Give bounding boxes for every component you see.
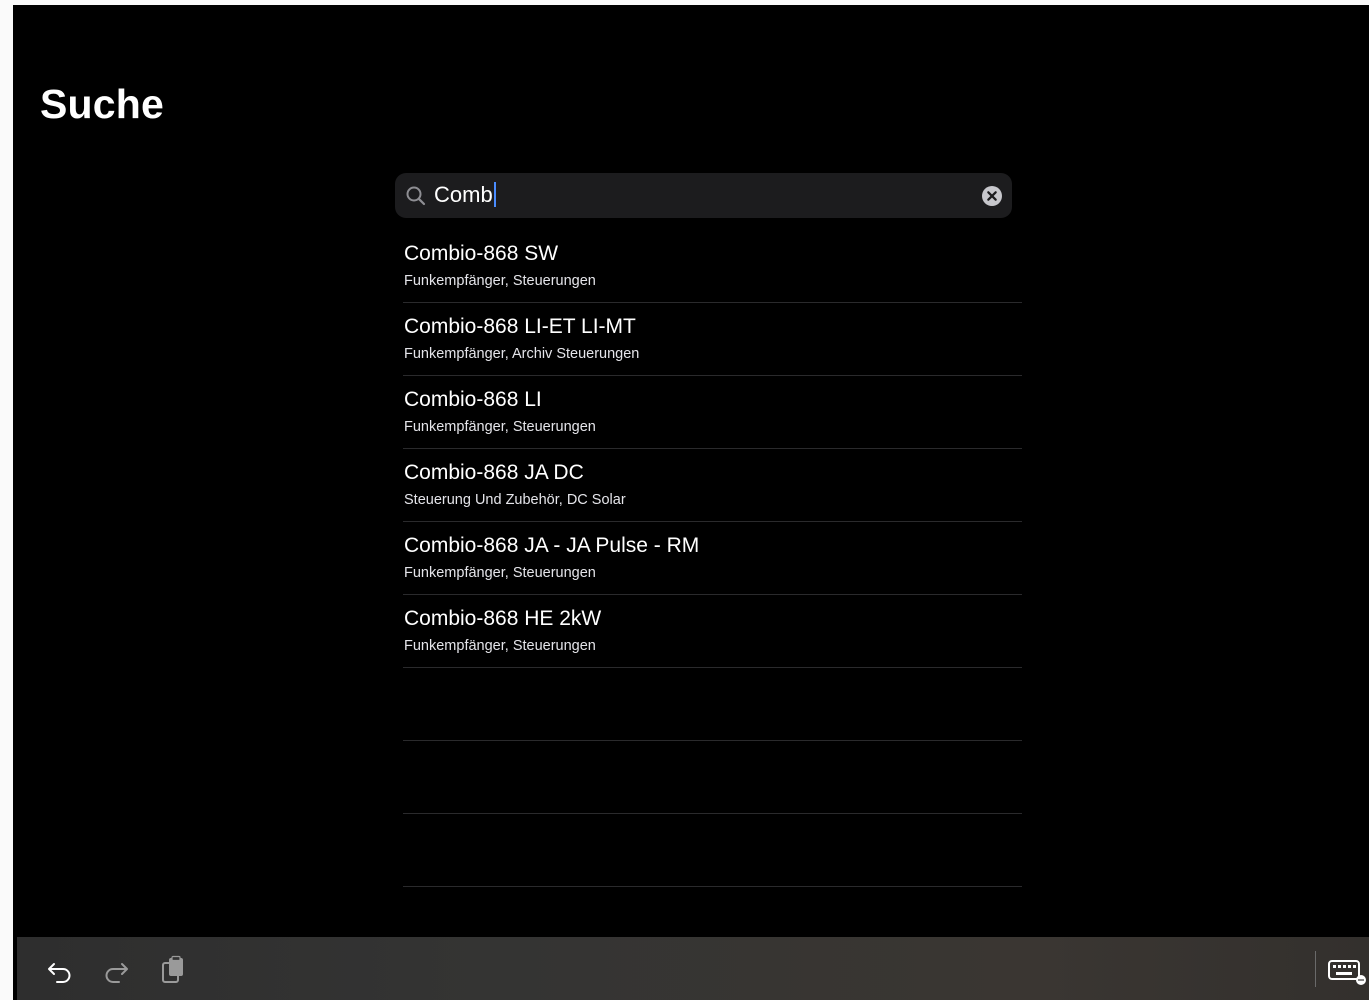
search-results-list: Combio-868 SW Funkempfänger, Steuerungen… [403, 230, 1022, 887]
search-result-item[interactable]: Combio-868 HE 2kW Funkempfänger, Steueru… [403, 595, 1022, 668]
result-subtitle: Funkempfänger, Steuerungen [404, 419, 596, 435]
search-result-item[interactable]: Combio-868 JA - JA Pulse - RM Funkempfän… [403, 522, 1022, 595]
result-title: Combio-868 SW [404, 242, 559, 265]
result-title: Combio-868 LI-ET LI-MT [404, 315, 636, 338]
text-cursor [493, 182, 496, 207]
search-query-text: Comb [434, 182, 493, 207]
toolbar-divider [1315, 951, 1316, 987]
clear-icon[interactable] [982, 186, 1002, 206]
empty-row [403, 668, 1022, 741]
result-subtitle: Funkempfänger, Steuerungen [404, 638, 596, 654]
app-screen: Suche Comb Combio-868 SW Funkempfänger, … [13, 5, 1369, 1000]
search-result-item[interactable]: Combio-868 LI-ET LI-MT Funkempfänger, Ar… [403, 303, 1022, 376]
search-result-item[interactable]: Combio-868 JA DC Steuerung Und Zubehör, … [403, 449, 1022, 522]
result-title: Combio-868 JA - JA Pulse - RM [404, 534, 700, 557]
undo-icon[interactable] [45, 955, 75, 985]
keyboard-shortcut-bar [17, 937, 1369, 1000]
result-title: Combio-868 LI [404, 388, 542, 411]
result-subtitle: Funkempfänger, Steuerungen [404, 565, 596, 581]
paste-icon[interactable] [158, 955, 188, 985]
search-bar[interactable]: Comb [395, 173, 1012, 218]
page-title: Suche [40, 81, 165, 127]
search-input[interactable]: Comb [434, 182, 496, 208]
search-result-item[interactable]: Combio-868 LI Funkempfänger, Steuerungen [403, 376, 1022, 449]
keyboard-icon[interactable] [1327, 955, 1367, 985]
result-subtitle: Steuerung Und Zubehör, DC Solar [404, 492, 626, 508]
search-icon [406, 186, 426, 206]
result-title: Combio-868 JA DC [404, 461, 584, 484]
result-subtitle: Funkempfänger, Steuerungen [404, 273, 596, 289]
empty-row [403, 814, 1022, 887]
search-result-item[interactable]: Combio-868 SW Funkempfänger, Steuerungen [403, 230, 1022, 303]
result-subtitle: Funkempfänger, Archiv Steuerungen [404, 346, 640, 362]
redo-icon[interactable] [101, 955, 131, 985]
result-title: Combio-868 HE 2kW [404, 607, 602, 630]
empty-row [403, 741, 1022, 814]
